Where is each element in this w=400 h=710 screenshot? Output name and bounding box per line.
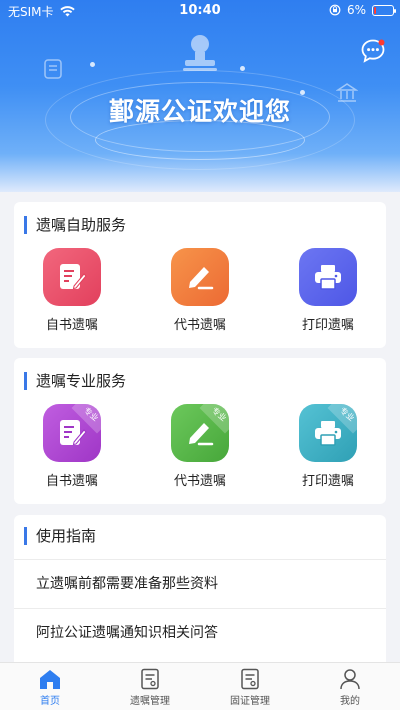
service-label: 自书遗嘱 <box>45 474 98 489</box>
service-label: 代书遗嘱 <box>173 318 226 333</box>
welcome-title: 鄞源公证欢迎您 <box>108 97 291 126</box>
self-written-will-button[interactable]: 自书遗嘱 <box>32 248 112 333</box>
decor-dot <box>240 66 245 71</box>
pen-write-icon: 专业 <box>171 404 229 462</box>
pro-print-will-button[interactable]: 专业 打印遗嘱 <box>288 404 368 489</box>
tab-home[interactable]: 首页 <box>0 663 100 710</box>
service-label: 代书遗嘱 <box>173 474 226 489</box>
battery-icon <box>372 4 396 16</box>
rotation-lock-icon <box>329 4 341 16</box>
print-will-button[interactable]: 打印遗嘱 <box>288 248 368 333</box>
tab-will-management[interactable]: 遗嘱管理 <box>100 663 200 710</box>
tab-certificate-management[interactable]: 固证管理 <box>200 663 300 710</box>
tab-label: 首页 <box>40 696 60 707</box>
guide-item[interactable]: 阿拉公证遗嘱通知识相关问答 <box>14 608 386 657</box>
service-label: 打印遗嘱 <box>301 318 354 333</box>
edit-note-icon: 专业 <box>43 404 101 462</box>
tab-label: 遗嘱管理 <box>130 696 170 707</box>
proxy-written-will-button[interactable]: 代书遗嘱 <box>160 248 240 333</box>
decor-dot <box>90 62 95 67</box>
pro-service-card: 遗嘱专业服务 专业 自书遗嘱 专业 代书遗嘱 专业 打印遗嘱 <box>14 358 386 504</box>
pen-write-icon <box>171 248 229 306</box>
edit-note-icon <box>43 248 101 306</box>
bottom-tab-bar: 首页 遗嘱管理 固证管理 我的 <box>0 662 400 710</box>
guide-item[interactable]: 立遗嘱前都需要准备那些资料 <box>14 559 386 608</box>
certificate-manage-icon <box>241 668 259 690</box>
home-icon <box>40 670 60 689</box>
self-service-card: 遗嘱自助服务 自书遗嘱 代书遗嘱 打印遗嘱 <box>14 202 386 348</box>
tab-label: 我的 <box>340 696 360 707</box>
battery-percent: 6% <box>346 3 366 17</box>
tab-label: 固证管理 <box>230 696 270 707</box>
service-label: 自书遗嘱 <box>45 318 98 333</box>
tab-mine[interactable]: 我的 <box>300 663 400 710</box>
service-label: 打印遗嘱 <box>301 474 354 489</box>
document-decor-icon <box>44 59 62 79</box>
section-title: 遗嘱自助服务 <box>24 216 126 234</box>
user-icon <box>340 669 360 690</box>
header-banner: 无SIM卡 10:40 6% 鄞源公证欢迎您 <box>0 0 400 192</box>
pro-proxy-written-will-button[interactable]: 专业 代书遗嘱 <box>160 404 240 489</box>
stamp-icon <box>183 35 217 71</box>
printer-icon: 专业 <box>299 404 357 462</box>
chat-bubble-icon[interactable] <box>360 38 386 64</box>
guide-list: 立遗嘱前都需要准备那些资料 阿拉公证遗嘱通知识相关问答 <box>14 559 386 657</box>
section-title: 遗嘱专业服务 <box>24 372 126 390</box>
document-manage-icon <box>141 668 159 690</box>
guide-card: 使用指南 立遗嘱前都需要准备那些资料 阿拉公证遗嘱通知识相关问答 <box>14 515 386 663</box>
pro-self-written-will-button[interactable]: 专业 自书遗嘱 <box>32 404 112 489</box>
section-title: 使用指南 <box>24 527 96 545</box>
printer-icon <box>299 248 357 306</box>
status-bar: 无SIM卡 10:40 6% <box>0 0 400 22</box>
